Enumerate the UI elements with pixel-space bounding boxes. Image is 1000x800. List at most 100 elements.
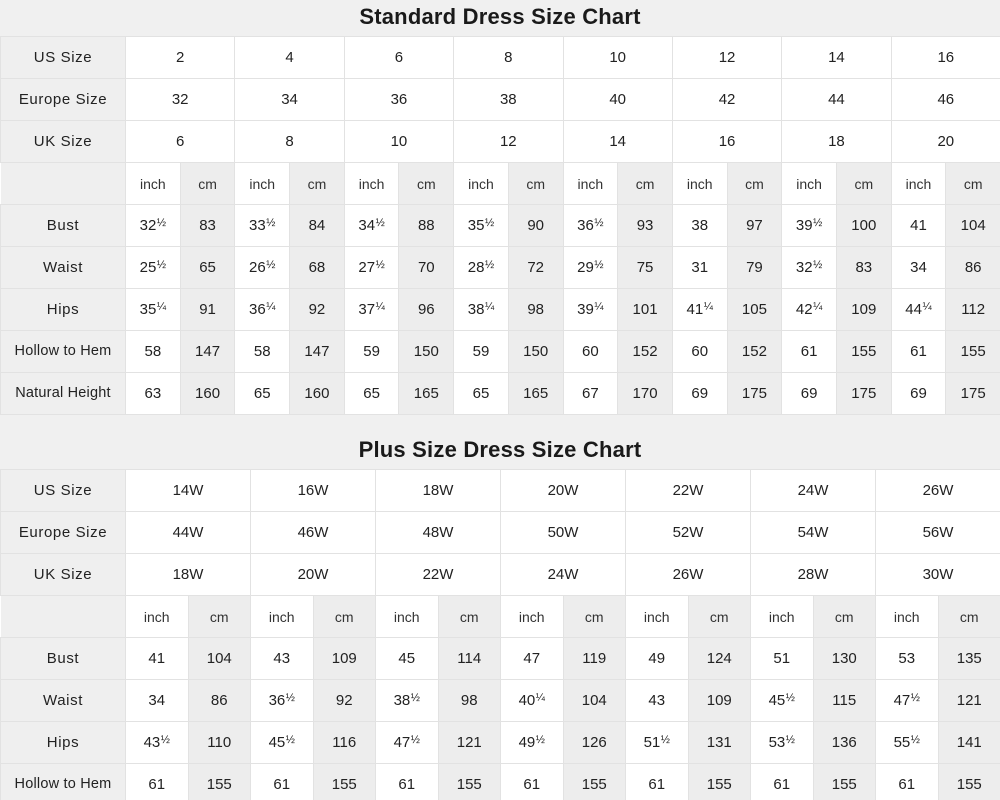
standard-europe-size-row: Europe Size3234363840424446 xyxy=(1,79,1000,121)
standard-hollow-to-hem-cm: 155 xyxy=(836,331,891,373)
standard-unit-cm: cm xyxy=(836,163,891,205)
plus-waist-cm: 121 xyxy=(938,680,1000,722)
standard-waist-inch: 29½ xyxy=(563,247,618,289)
standard-waist-cm: 72 xyxy=(508,247,563,289)
plus-hips-cm: 116 xyxy=(313,722,376,764)
plus-waist-inch: 38½ xyxy=(376,680,439,722)
standard-natural-height-row: Natural Height63160651606516565165671706… xyxy=(1,373,1000,415)
plus-bust-cm: 114 xyxy=(438,638,501,680)
plus-hollow-to-hem-cm: 155 xyxy=(438,764,501,800)
standard-hollow-to-hem-cm: 150 xyxy=(508,331,563,373)
plus-hollow-to-hem-cm: 155 xyxy=(938,764,1000,800)
standard-natural-height-cm: 160 xyxy=(180,373,235,415)
standard-hips-inch: 42¼ xyxy=(782,289,837,331)
plus-hollow-to-hem-inch: 61 xyxy=(251,764,314,800)
standard-hollow-to-hem-inch: 60 xyxy=(672,331,727,373)
plus-unit-inch: inch xyxy=(376,596,439,638)
plus-waist-cm: 104 xyxy=(563,680,626,722)
plus-bust-cm: 104 xyxy=(188,638,251,680)
plus-unit-cm: cm xyxy=(438,596,501,638)
plus-bust-inch: 53 xyxy=(876,638,939,680)
standard-natural-height-cm: 175 xyxy=(727,373,782,415)
standard-uk-size-cell: 10 xyxy=(344,121,453,163)
plus-hips-cm: 136 xyxy=(813,722,876,764)
standard-hips-inch: 44¼ xyxy=(891,289,946,331)
standard-natural-height-inch: 65 xyxy=(235,373,290,415)
plus-hips-inch: 55½ xyxy=(876,722,939,764)
standard-hips-cm: 92 xyxy=(290,289,345,331)
plus-hips-inch: 47½ xyxy=(376,722,439,764)
plus-unit-inch: inch xyxy=(251,596,314,638)
plus-unit-cm: cm xyxy=(813,596,876,638)
plus-uk-size-label: UK Size xyxy=(1,554,126,596)
standard-uk-size-row: UK Size68101214161820 xyxy=(1,121,1000,163)
standard-us-size-row: US Size246810121416 xyxy=(1,37,1000,79)
standard-us-size-cell: 8 xyxy=(454,37,563,79)
plus-us-size-row: US Size14W16W18W20W22W24W26W xyxy=(1,470,1000,512)
plus-europe-size-cell: 44W xyxy=(126,512,251,554)
plus-uk-size-cell: 30W xyxy=(876,554,1000,596)
plus-unit-inch: inch xyxy=(626,596,689,638)
standard-hollow-to-hem-inch: 59 xyxy=(454,331,509,373)
standard-unit-cm: cm xyxy=(727,163,782,205)
standard-waist-inch: 32½ xyxy=(782,247,837,289)
standard-uk-size-cell: 16 xyxy=(672,121,781,163)
standard-natural-height-cm: 165 xyxy=(508,373,563,415)
standard-hips-cm: 96 xyxy=(399,289,454,331)
standard-europe-size-cell: 42 xyxy=(672,79,781,121)
standard-unit-inch: inch xyxy=(672,163,727,205)
plus-bust-cm: 130 xyxy=(813,638,876,680)
standard-unit-inch: inch xyxy=(782,163,837,205)
standard-waist-cm: 79 xyxy=(727,247,782,289)
standard-waist-cm: 86 xyxy=(946,247,1000,289)
standard-hollow-to-hem-label: Hollow to Hem xyxy=(1,331,126,373)
standard-waist-inch: 34 xyxy=(891,247,946,289)
standard-natural-height-cm: 175 xyxy=(946,373,1000,415)
standard-europe-size-cell: 40 xyxy=(563,79,672,121)
standard-waist-cm: 65 xyxy=(180,247,235,289)
plus-uk-size-cell: 20W xyxy=(251,554,376,596)
plus-hollow-to-hem-row: Hollow to Hem611556115561155611556115561… xyxy=(1,764,1000,800)
plus-bust-inch: 51 xyxy=(751,638,814,680)
plus-bust-inch: 49 xyxy=(626,638,689,680)
plus-europe-size-row: Europe Size44W46W48W50W52W54W56W xyxy=(1,512,1000,554)
standard-uk-size-cell: 6 xyxy=(126,121,235,163)
standard-unit-inch: inch xyxy=(563,163,618,205)
standard-natural-height-inch: 69 xyxy=(782,373,837,415)
plus-bust-inch: 45 xyxy=(376,638,439,680)
standard-unit-cm: cm xyxy=(399,163,454,205)
standard-bust-cm: 88 xyxy=(399,205,454,247)
standard-waist-cm: 70 xyxy=(399,247,454,289)
plus-hollow-to-hem-cm: 155 xyxy=(688,764,751,800)
standard-waist-cm: 68 xyxy=(290,247,345,289)
standard-hips-cm: 109 xyxy=(836,289,891,331)
standard-bust-cm: 100 xyxy=(836,205,891,247)
plus-bust-cm: 124 xyxy=(688,638,751,680)
standard-unit-cm: cm xyxy=(290,163,345,205)
standard-waist-row: Waist25½6526½6827½7028½7229½75317932½833… xyxy=(1,247,1000,289)
plus-waist-label: Waist xyxy=(1,680,126,722)
plus-hips-label: Hips xyxy=(1,722,126,764)
plus-bust-inch: 41 xyxy=(126,638,189,680)
plus-waist-inch: 34 xyxy=(126,680,189,722)
plus-us-size-cell: 20W xyxy=(501,470,626,512)
plus-unit-cm: cm xyxy=(313,596,376,638)
plus-waist-cm: 115 xyxy=(813,680,876,722)
standard-europe-size-cell: 34 xyxy=(235,79,344,121)
standard-us-size-cell: 2 xyxy=(126,37,235,79)
plus-size-chart: Plus Size Dress Size Chart US Size14W16W… xyxy=(0,429,1000,800)
standard-hollow-to-hem-cm: 152 xyxy=(618,331,673,373)
plus-waist-inch: 45½ xyxy=(751,680,814,722)
plus-unit-cm: cm xyxy=(938,596,1000,638)
standard-unit-inch: inch xyxy=(344,163,399,205)
plus-us-size-label: US Size xyxy=(1,470,126,512)
standard-waist-inch: 26½ xyxy=(235,247,290,289)
plus-unit-inch: inch xyxy=(751,596,814,638)
plus-waist-cm: 92 xyxy=(313,680,376,722)
standard-natural-height-inch: 67 xyxy=(563,373,618,415)
standard-hollow-to-hem-inch: 58 xyxy=(126,331,181,373)
plus-hollow-to-hem-inch: 61 xyxy=(751,764,814,800)
standard-hollow-to-hem-cm: 155 xyxy=(946,331,1000,373)
plus-bust-cm: 109 xyxy=(313,638,376,680)
standard-natural-height-inch: 63 xyxy=(126,373,181,415)
